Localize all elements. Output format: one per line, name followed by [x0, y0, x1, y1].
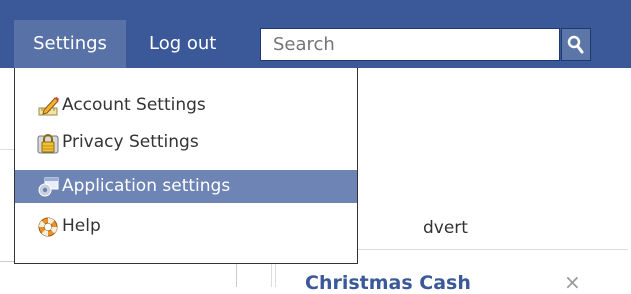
logout-link[interactable]: Log out [136, 20, 229, 68]
search-button[interactable] [561, 28, 591, 61]
divider [275, 262, 276, 287]
application-gear-icon [38, 177, 59, 197]
divider [271, 262, 272, 287]
search-icon [567, 35, 584, 54]
divider [0, 149, 14, 150]
menu-item-application-settings[interactable]: Application settings [15, 170, 357, 203]
lifebuoy-icon [38, 217, 58, 237]
menu-item-label: Privacy Settings [62, 132, 199, 152]
close-ad-button[interactable]: × [564, 270, 581, 294]
pencil-ruler-icon [38, 97, 59, 116]
search-input[interactable] [260, 28, 560, 61]
menu-item-privacy-settings[interactable]: Privacy Settings [15, 126, 357, 159]
menu-item-label: Account Settings [62, 95, 206, 115]
menu-item-label: Application settings [62, 176, 231, 196]
settings-menu-button[interactable]: Settings [14, 20, 126, 68]
menu-item-account-settings[interactable]: Account Settings [15, 89, 357, 122]
padlock-icon [37, 134, 59, 154]
settings-dropdown-menu: Account Settings Privacy Settings Applic… [14, 68, 358, 264]
menu-item-label: Help [62, 216, 101, 236]
divider [236, 262, 237, 287]
ad-title[interactable]: Christmas Cash [305, 272, 471, 294]
top-navigation-bar: Settings Log out [0, 0, 631, 68]
menu-item-help[interactable]: Help [15, 210, 357, 243]
advert-label: dvert [423, 218, 468, 238]
